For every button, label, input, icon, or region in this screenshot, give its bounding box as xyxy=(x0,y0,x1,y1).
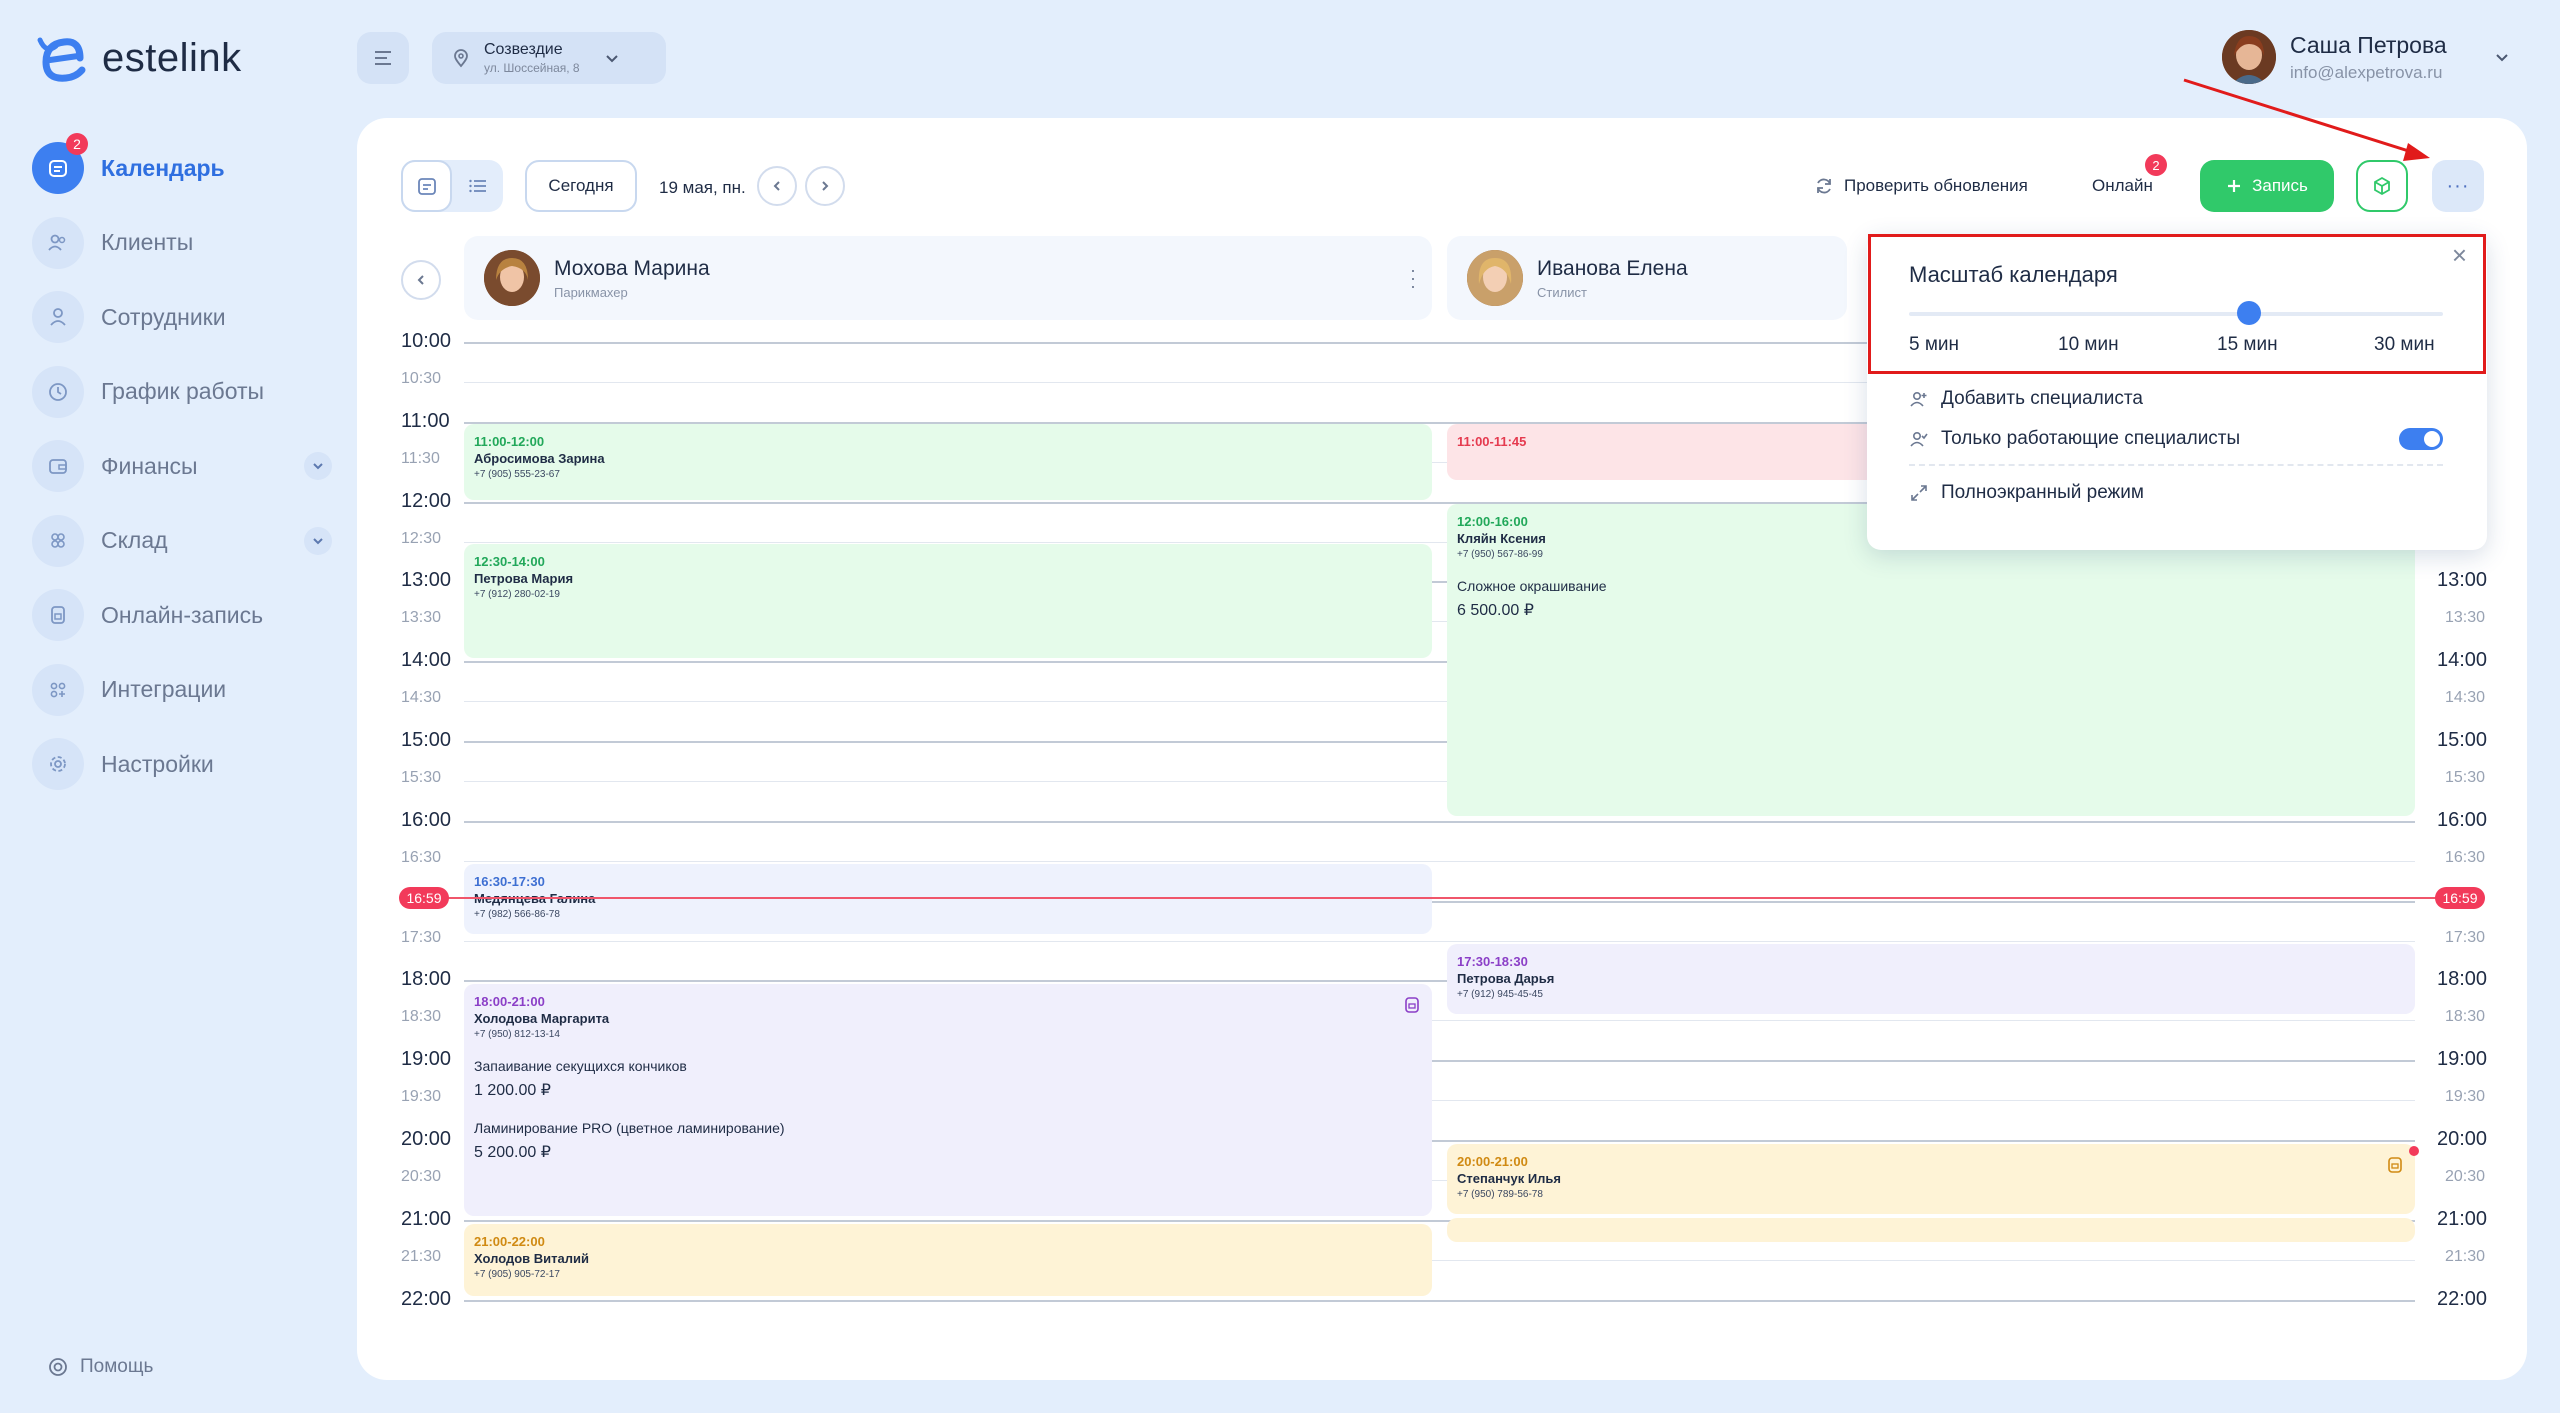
annotation-arrow-icon xyxy=(2183,78,2430,161)
